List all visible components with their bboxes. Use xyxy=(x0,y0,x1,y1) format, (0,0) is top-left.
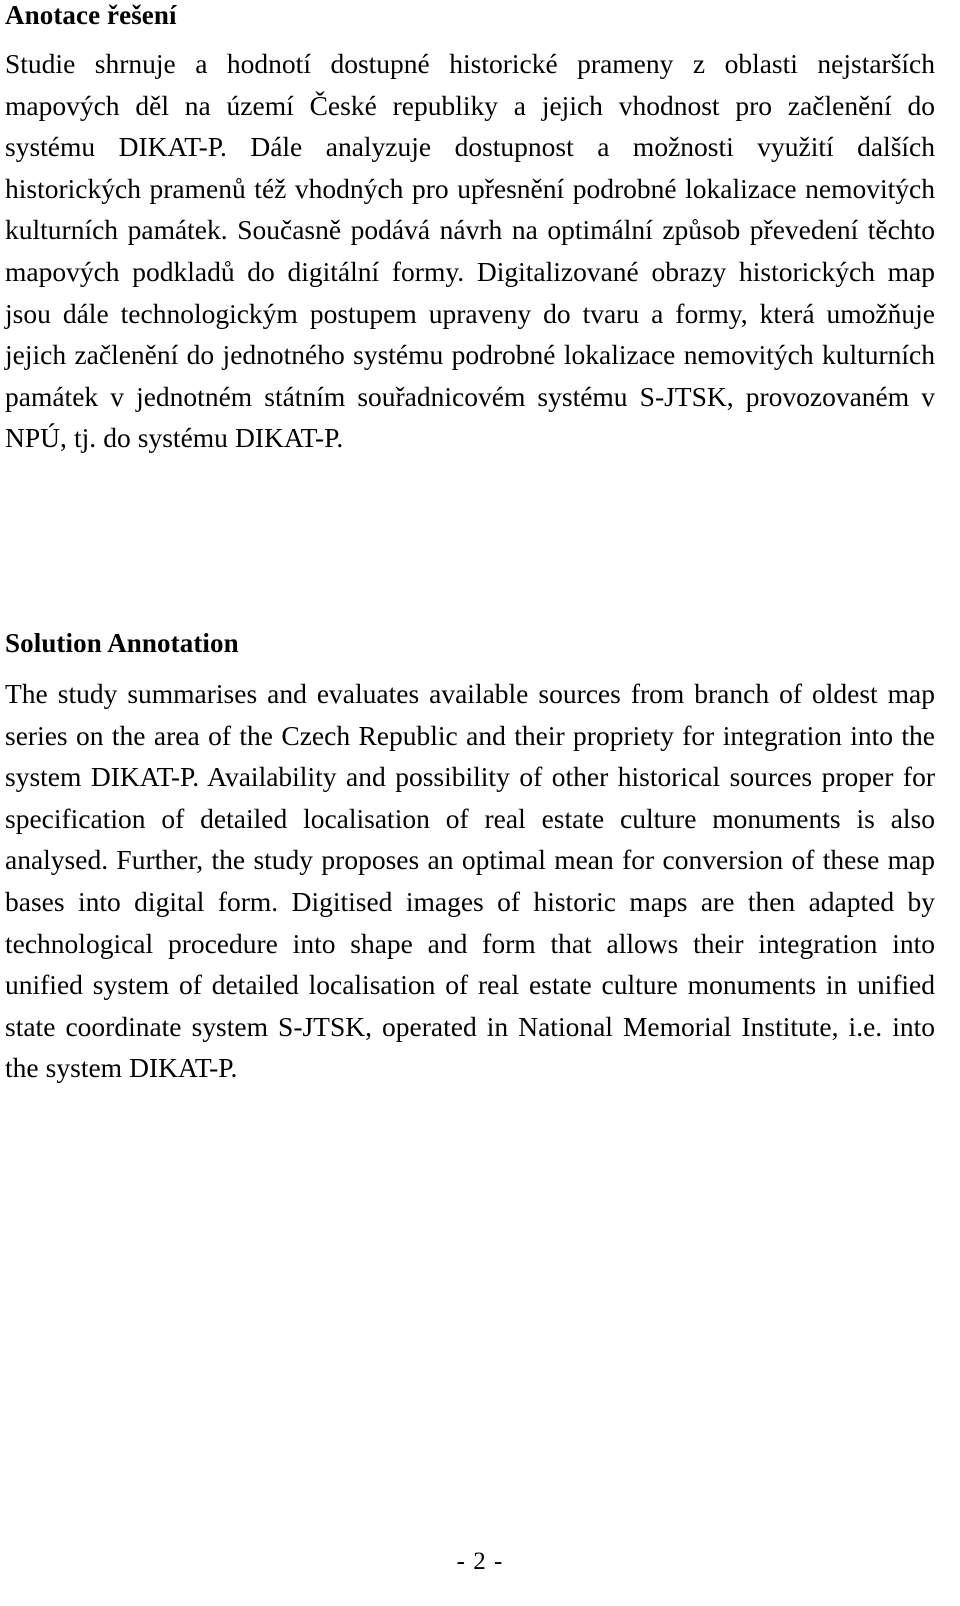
czech-section-heading: Anotace řešení xyxy=(5,0,177,30)
czech-abstract-block: Studie shrnuje a hodnotí dostupné histor… xyxy=(5,43,935,459)
english-section: Solution Annotation xyxy=(5,630,935,657)
document-page: Anotace řešení Studie shrnuje a hodnotí … xyxy=(0,0,960,1606)
czech-abstract-paragraph: Studie shrnuje a hodnotí dostupné histor… xyxy=(5,48,935,454)
czech-section: Anotace řešení xyxy=(5,2,935,29)
english-section-heading: Solution Annotation xyxy=(5,628,239,658)
page-number: - 2 - xyxy=(456,1548,504,1575)
english-abstract-paragraph: The study summarises and evaluates avail… xyxy=(5,678,935,1084)
english-abstract-block: The study summarises and evaluates avail… xyxy=(5,673,935,1089)
